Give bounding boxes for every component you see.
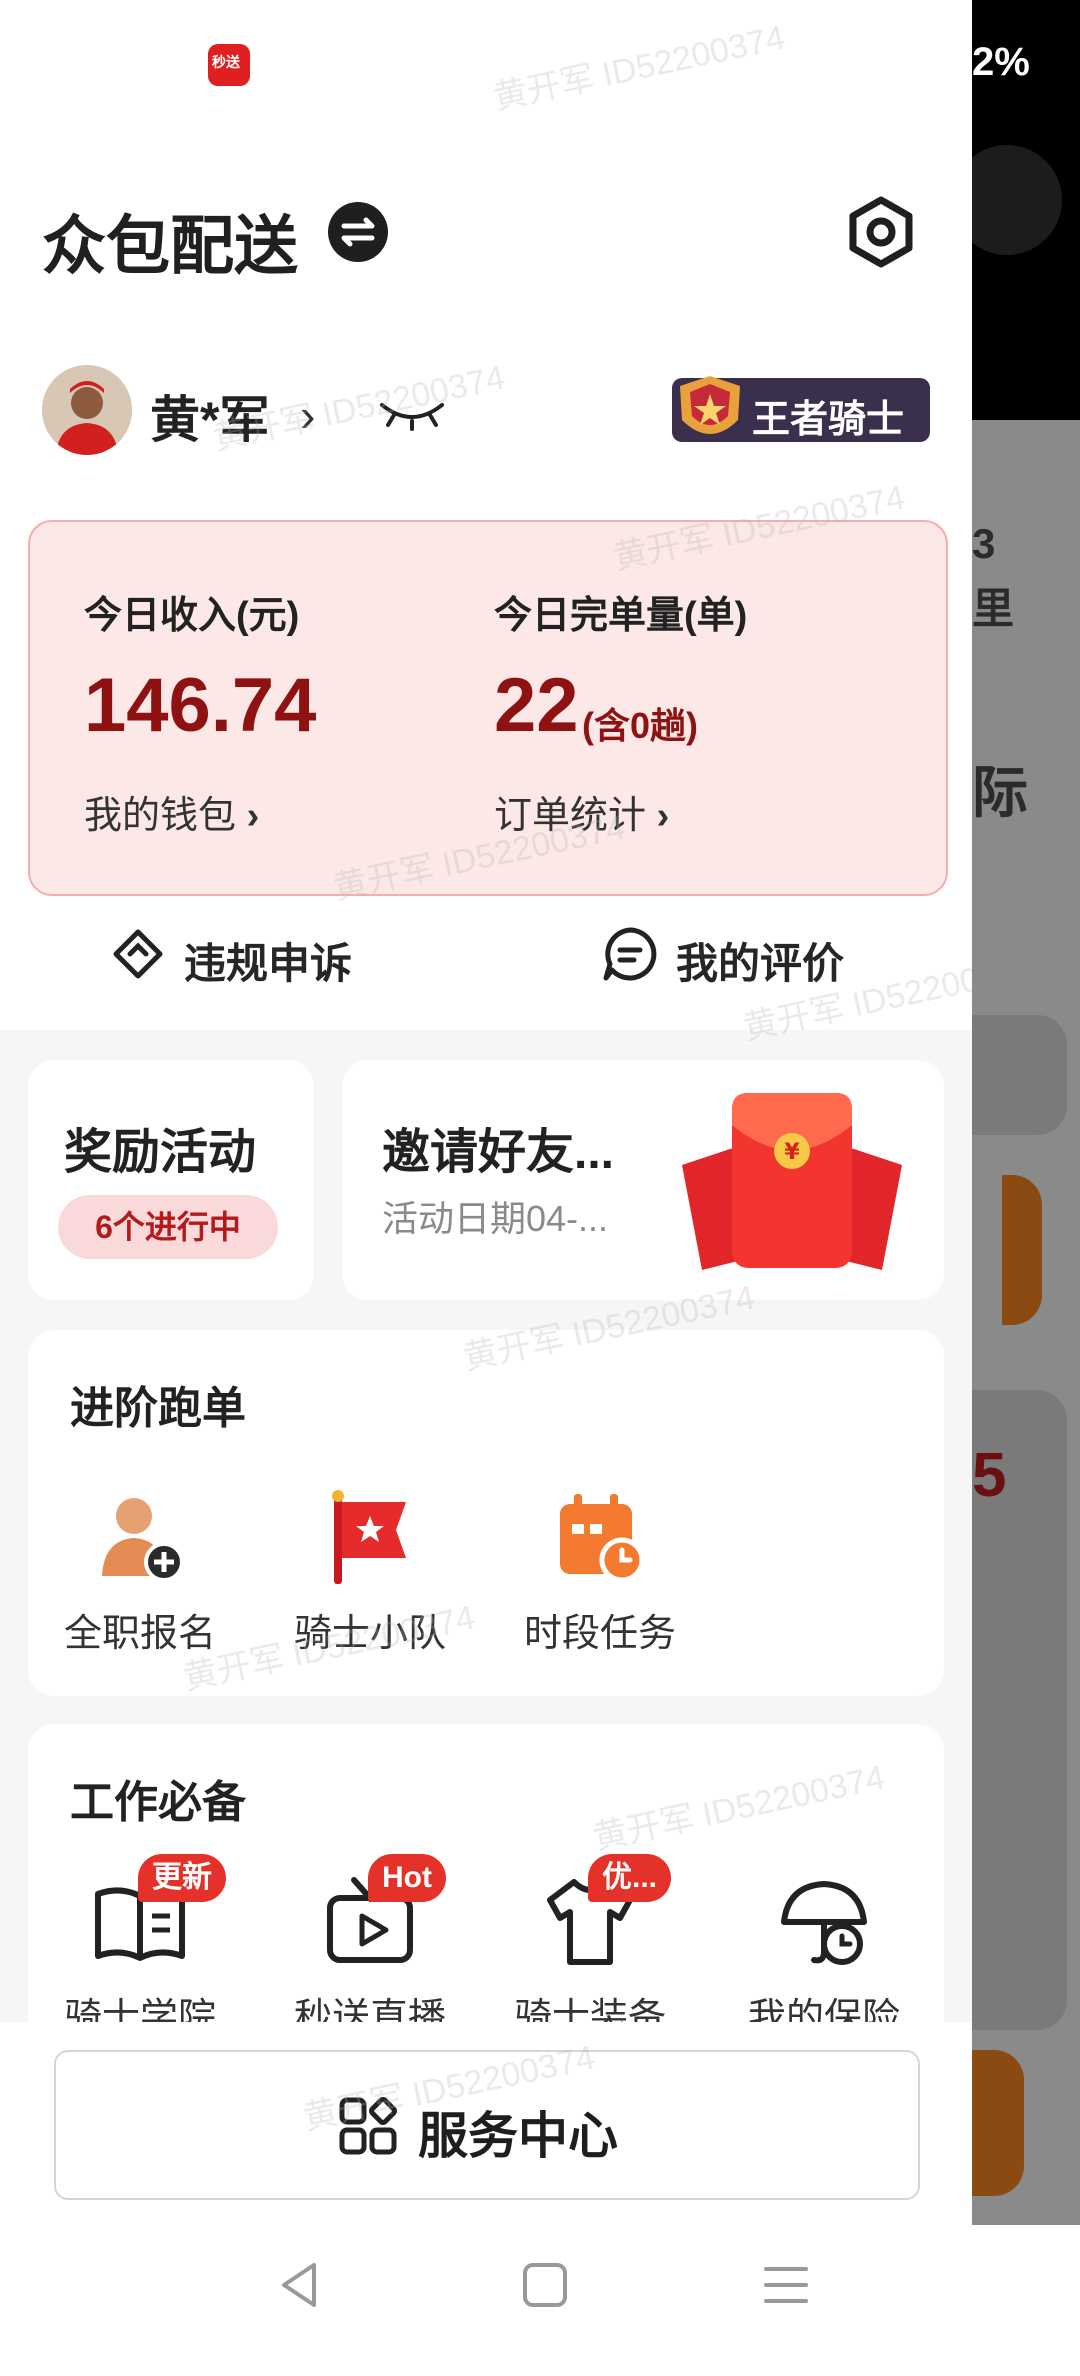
rank-badge-label: 王者骑士 [752,399,905,441]
fulltime-signup-icon [102,1498,184,1582]
hide-amount-eye-icon[interactable] [378,395,446,431]
grid-apps-icon [339,2097,397,2155]
background-app: 2% 3 里 际 5 [972,0,1080,2376]
wallet-link-label: 我的钱包 [84,795,237,837]
invite-title: 邀请好友... [382,1126,615,1179]
app-notification-icon: 秒送 [208,44,250,86]
red-envelope-icon: ¥ [682,1093,902,1270]
orders-value: 22 [494,663,579,748]
reward-activity-title: 奖励活动 [64,1126,257,1179]
essentials-section-title: 工作必备 [70,1778,246,1827]
knight-academy-item[interactable]: 更新 骑士学院 [50,1854,230,2041]
violation-appeal-button[interactable]: 违规申诉 [113,929,353,991]
avatar[interactable] [42,365,132,455]
service-center-label: 服务中心 [418,2108,618,2164]
advanced-orders-section: 进阶跑单 全职报名 骑士小队 时段任务 [28,1330,944,1696]
appeal-icon [113,929,163,979]
order-stats-label: 订单统计 [494,795,647,837]
knight-team-label: 骑士小队 [293,1613,446,1655]
my-insurance-item[interactable]: 我的保险 [734,1872,914,2041]
page-title: 众包配送 [42,210,298,282]
background-text: 里 [972,585,1015,632]
hot-tag: Hot [368,1854,446,1902]
chevron-right-icon[interactable]: › [300,388,315,442]
order-stats-link[interactable]: 订单统计 › [494,784,669,839]
rank-badge[interactable]: 王者骑士 [672,376,930,442]
violation-appeal-label: 违规申诉 [184,940,353,987]
orders-note: (含0趟) [582,705,698,746]
chat-bubble-icon [603,927,657,981]
svg-text:¥: ¥ [784,1140,800,1165]
background-text: 际 [972,761,1028,824]
username[interactable]: 黄*军 [150,380,269,452]
settings-gear-icon[interactable] [845,196,917,268]
service-center-button[interactable]: 服务中心 [54,2050,920,2200]
update-tag: 更新 [138,1854,226,1902]
umbrella-clock-icon [781,1881,867,1965]
live-stream-item[interactable]: Hot 秒送直播 [280,1854,460,2041]
background-orange-button [1002,1175,1042,1325]
chevron-right-icon: › [656,795,670,837]
switch-mode-icon[interactable] [328,202,388,262]
knight-team-item[interactable]: 骑士小队 [280,1488,460,1657]
advanced-section-title: 进阶跑单 [70,1384,246,1433]
time-task-item[interactable]: 时段任务 [510,1488,690,1657]
knight-equipment-item[interactable]: 优... 骑士装备 [500,1854,680,2041]
chevron-right-icon: › [246,795,260,837]
my-review-label: 我的评价 [676,940,845,987]
income-value: 146.74 [84,663,317,748]
fulltime-signup-label: 全职报名 [63,1613,216,1655]
today-income-card: 今日收入(元) 146.74 我的钱包 › 今日完单量(单) 22 (含0趟) … [28,520,948,896]
time-task-calendar-icon [560,1494,645,1583]
wallet-link[interactable]: 我的钱包 › [84,784,259,839]
fulltime-signup-item[interactable]: 全职报名 [50,1488,230,1657]
rank-crest-icon [680,376,740,434]
invite-friends-card[interactable]: 邀请好友... 活动日期04-... ¥ [342,1060,944,1300]
time-task-label: 时段任务 [523,1613,676,1655]
invite-subtitle: 活动日期04-... [382,1198,609,1239]
battery-percentage: 2% [972,40,1030,84]
orders-label: 今日完单量(单) [494,595,748,637]
nav-home-icon[interactable] [515,2255,575,2315]
my-review-button[interactable]: 我的评价 [603,927,845,991]
income-label: 今日收入(元) [84,595,300,637]
reward-activity-card[interactable]: 奖励活动 6个进行中 [28,1060,314,1300]
background-card [972,1015,1067,1135]
background-text: 3 [972,520,996,567]
promo-tag: 优... [588,1854,672,1902]
reward-status-pill: 6个进行中 [58,1195,278,1259]
background-nav-area [972,2225,1080,2376]
nav-back-icon[interactable] [270,2255,330,2315]
side-drawer: 秒送 众包配送 黄*军 › 王者骑士 今日收入(元) 146.74 我的钱包 › [0,0,972,2376]
knight-team-flag-icon [332,1490,406,1584]
nav-menu-icon[interactable] [756,2255,816,2315]
background-number: 5 [972,1441,1007,1510]
background-orange-button [972,2050,1024,2196]
